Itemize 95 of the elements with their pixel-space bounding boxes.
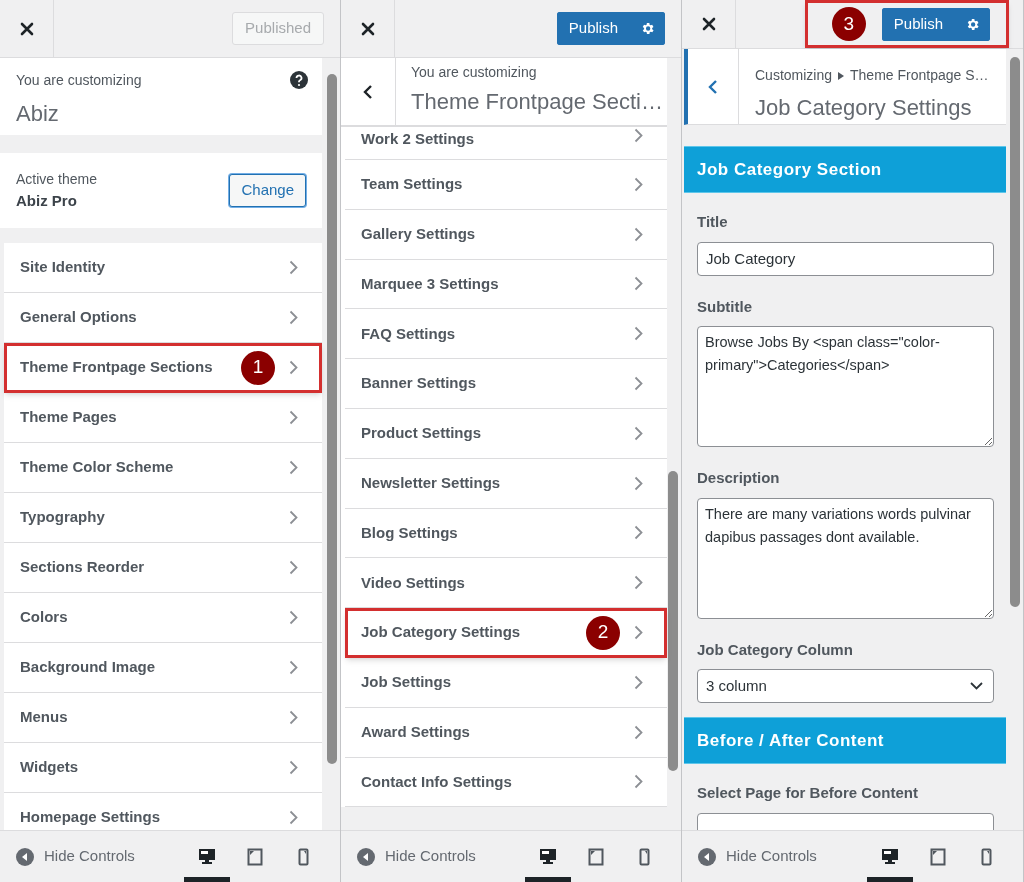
breadcrumb-link[interactable]: Customizing <box>755 65 833 86</box>
text-field[interactable]: Job Category <box>697 241 994 276</box>
mobile-icon <box>980 847 992 866</box>
chevron-icon <box>289 460 298 475</box>
collapse-icon <box>16 847 34 866</box>
collapse-icon <box>357 847 375 866</box>
text-area[interactable]: Browse Jobs By <span class="color-primary">Categories</span> <box>697 326 994 447</box>
section-title: Theme Frontpage Secti… <box>411 88 663 116</box>
section-header: Before / After Content <box>684 717 1006 764</box>
mobile-icon <box>638 847 650 866</box>
tablet-icon <box>930 847 946 866</box>
chevron-icon <box>634 326 643 342</box>
menu-item[interactable]: Colors <box>4 593 322 643</box>
chevron-icon <box>289 260 298 275</box>
chevron-icon <box>634 674 643 690</box>
callout-number: 3 <box>831 7 866 41</box>
menu-item[interactable]: Background Image <box>4 643 322 693</box>
chevron-icon <box>634 226 643 242</box>
menu-item[interactable]: Theme Pages <box>4 393 322 443</box>
theme-name: Abiz Pro <box>16 190 78 211</box>
field-label: Description <box>697 468 781 488</box>
chevron-icon <box>289 660 298 675</box>
section-header: Job Category Section <box>684 146 1006 193</box>
chevron-icon <box>289 810 298 825</box>
change-theme-button[interactable]: Change <box>229 174 306 207</box>
selected-indicator <box>867 876 913 882</box>
desktop-icon <box>198 848 216 865</box>
scrollbar-thumb[interactable] <box>668 471 678 771</box>
back-icon <box>708 78 718 95</box>
callout-number: 1 <box>241 350 275 385</box>
help-icon[interactable] <box>290 71 308 89</box>
scrollbar-thumb[interactable] <box>1010 57 1020 607</box>
breadcrumb-separator-icon <box>838 71 845 80</box>
chevron-icon <box>289 760 298 775</box>
chevron-icon <box>289 310 298 325</box>
chevron-icon <box>634 575 643 591</box>
close-icon <box>19 21 34 36</box>
chevron-icon <box>634 625 643 641</box>
menu-item[interactable]: Theme Frontpage Sections 1 <box>4 343 322 393</box>
chevron-icon <box>289 360 298 375</box>
desktop-icon <box>539 848 557 865</box>
hide-controls-button[interactable]: Hide Controls <box>698 845 817 868</box>
scrollbar-thumb[interactable] <box>327 74 337 764</box>
chevron-icon <box>634 176 643 192</box>
chevron-icon <box>634 475 643 491</box>
tablet-icon <box>247 847 263 866</box>
collapse-icon <box>698 847 716 866</box>
tablet-icon <box>588 847 604 866</box>
customizing-label: You are customizing <box>411 63 538 82</box>
chevron-icon <box>634 376 643 392</box>
chevron-icon <box>289 610 298 625</box>
hide-controls-button[interactable]: Hide Controls <box>357 845 476 868</box>
hide-controls-button[interactable]: Hide Controls <box>16 845 135 868</box>
chevron-icon <box>634 525 643 541</box>
menu-item[interactable]: Site Identity <box>4 243 322 293</box>
back-icon <box>363 83 373 100</box>
close-icon <box>701 17 716 31</box>
field-label: Title <box>697 212 729 232</box>
chevron-icon <box>634 128 643 143</box>
menu-item[interactable]: Homepage Settings <box>4 793 322 830</box>
chevron-icon <box>634 724 643 740</box>
desktop-icon <box>881 848 899 865</box>
chevron-icon <box>289 510 298 525</box>
mobile-icon <box>297 847 309 866</box>
menu-item[interactable]: Widgets <box>4 743 322 793</box>
selected-indicator <box>184 876 230 882</box>
menu-item[interactable]: Theme Color Scheme <box>4 443 322 493</box>
panel-title: Job Category Settings <box>755 94 973 122</box>
chevron-icon <box>634 774 643 790</box>
text-area[interactable]: There are many variations words pulvinar dapibus passages dont available. <box>697 497 994 619</box>
settings-icon <box>965 16 980 32</box>
menu-item[interactable]: General Options <box>4 293 322 343</box>
field-label: Select Page for Before Content <box>697 783 919 803</box>
chevron-icon <box>289 410 298 425</box>
breadcrumb-link[interactable]: Theme Frontpage S… <box>850 65 989 86</box>
customizing-label: You are customizing <box>16 71 142 90</box>
dropdown[interactable]: 3 column <box>697 669 994 703</box>
field-label: Subtitle <box>697 296 753 317</box>
chevron-down-icon <box>970 682 983 690</box>
chevron-icon <box>289 710 298 725</box>
menu-item[interactable]: Menus <box>4 693 322 743</box>
chevron-icon <box>289 560 298 575</box>
field-label: Job Category Column <box>697 639 854 660</box>
chevron-icon <box>634 425 643 441</box>
chevron-icon <box>634 276 643 292</box>
callout-number: 2 <box>586 615 620 650</box>
menu-item[interactable]: Sections Reorder <box>4 543 322 593</box>
settings-icon <box>640 21 655 36</box>
menu-item[interactable]: Job Category Settings 2 <box>345 608 667 658</box>
close-icon <box>360 21 375 36</box>
menu-item[interactable]: Work 2 Settings <box>345 127 667 160</box>
active-theme-label: Active theme <box>16 169 98 189</box>
site-title: Abiz <box>16 100 60 128</box>
selected-indicator <box>525 876 571 882</box>
menu-item[interactable]: Typography <box>4 493 322 543</box>
